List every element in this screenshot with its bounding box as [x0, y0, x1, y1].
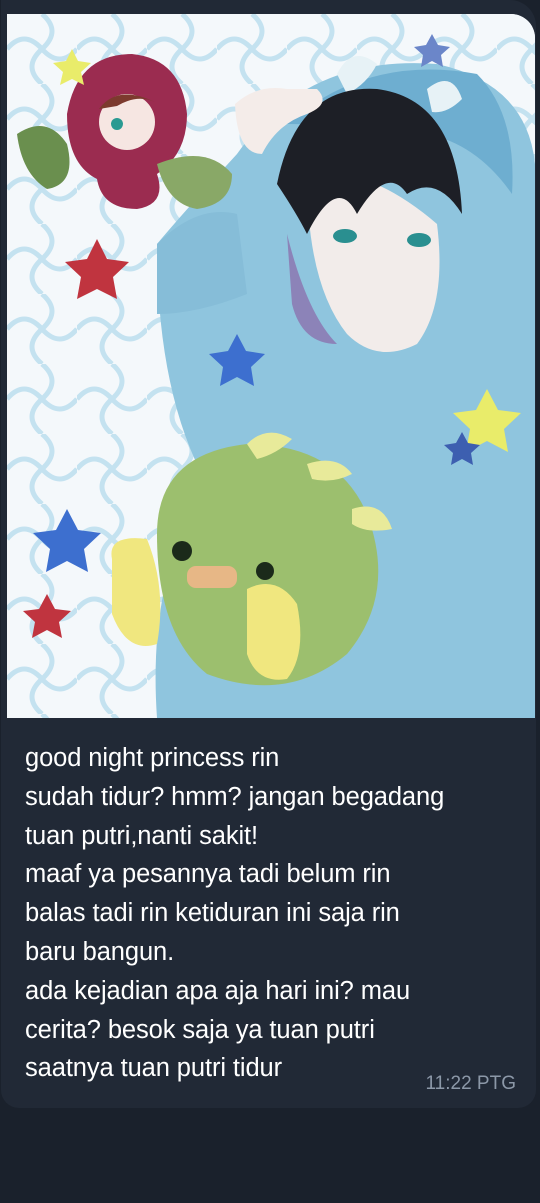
message-text: good night princess rin sudah tidur? hmm…: [25, 744, 445, 1083]
message-timestamp: 11:22 PTG: [425, 1073, 516, 1094]
chat-background: good night princess rin sudah tidur? hmm…: [0, 0, 540, 1203]
anime-illustration-image: [7, 14, 535, 718]
message-photo[interactable]: [7, 14, 535, 718]
message-bubble[interactable]: good night princess rin sudah tidur? hmm…: [1, 0, 536, 1108]
